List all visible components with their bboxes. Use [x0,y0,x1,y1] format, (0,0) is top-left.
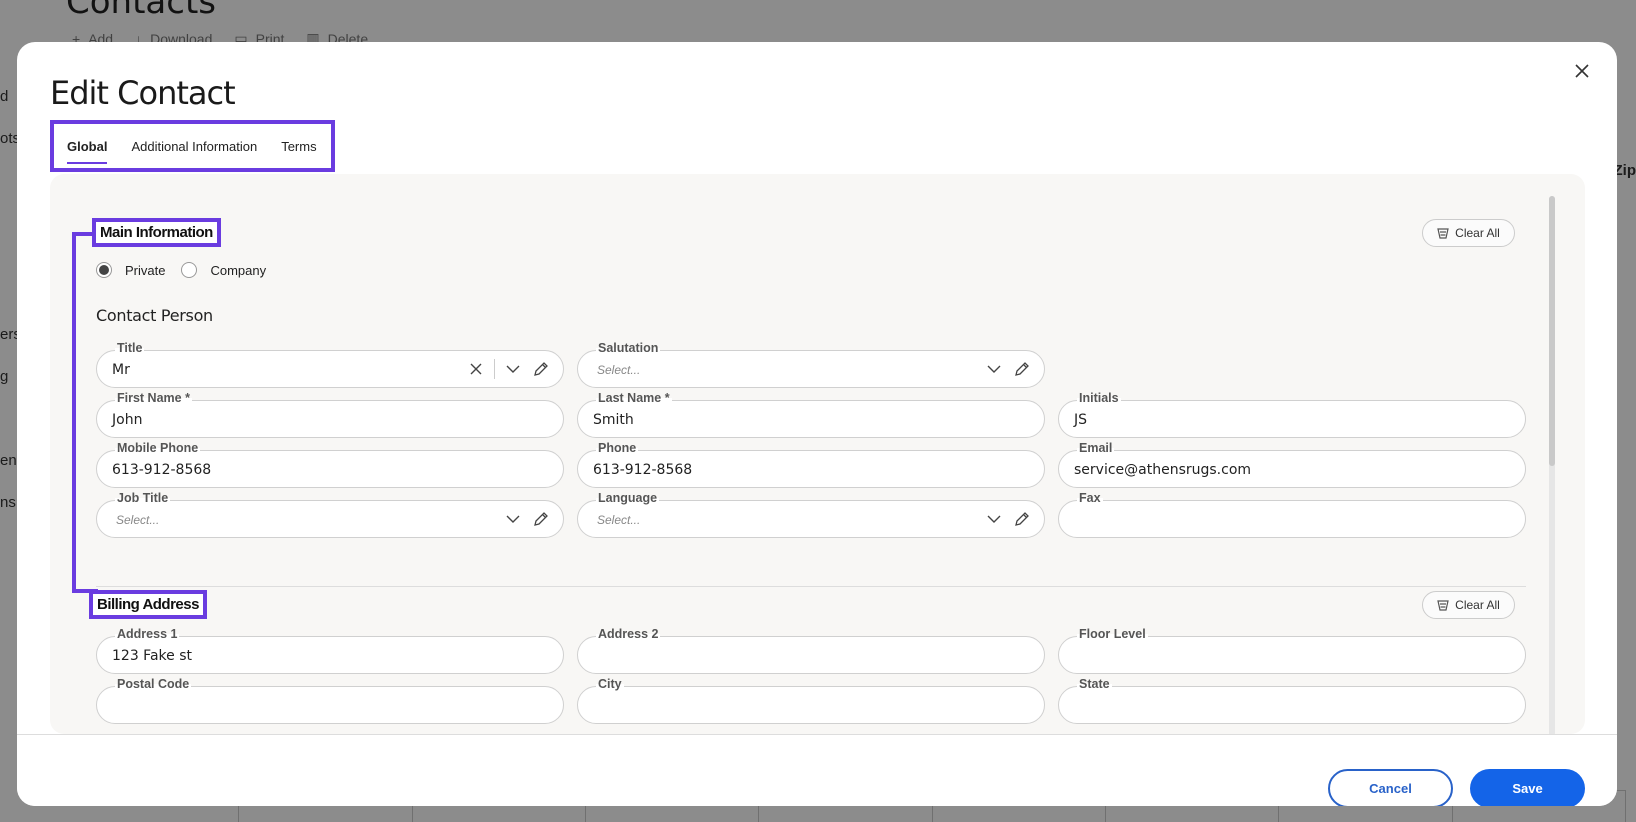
chevron-down-icon[interactable] [984,509,1004,529]
section-divider [96,586,1526,587]
city-label: City [596,677,624,691]
language-label: Language [596,491,660,505]
save-button[interactable]: Save [1470,769,1585,806]
mobile-phone-value: 613-912-8568 [112,462,212,478]
email-label: Email [1077,441,1115,455]
scrollbar[interactable] [1549,196,1555,734]
salutation-label: Salutation [596,341,661,355]
clear-icon [1437,228,1449,239]
phone-value: 613-912-8568 [593,462,693,478]
floor-level-label: Floor Level [1077,627,1148,641]
tab-additional-information[interactable]: Additional Information [131,133,257,160]
email-field[interactable]: Email service@athensrugs.com [1058,441,1526,488]
state-label: State [1077,677,1112,691]
divider [494,359,495,379]
title-label: Title [115,341,145,355]
billing-address-heading: Billing Address [89,590,207,619]
initials-value: JS [1074,412,1088,428]
tab-global[interactable]: Global [67,133,108,164]
address1-value: 123 Fake st [112,648,192,664]
state-field[interactable]: State [1058,677,1526,724]
mobile-phone-label: Mobile Phone [115,441,201,455]
language-placeholder: Select... [597,513,641,527]
modal-footer: Cancel Save [17,734,1617,806]
close-button[interactable] [1567,56,1597,86]
salutation-placeholder: Select... [597,363,641,377]
address2-label: Address 2 [596,627,661,641]
email-value: service@athensrugs.com [1074,462,1252,478]
address2-field[interactable]: Address 2 [577,627,1045,674]
form-content: Main Information Clear All Private Compa… [50,174,1585,734]
fax-field[interactable]: Fax [1058,491,1526,538]
postal-code-label: Postal Code [115,677,192,691]
edit-contact-modal: Edit Contact Global Additional Informati… [17,42,1617,806]
salutation-field[interactable]: Salutation Select... [577,341,1045,388]
tab-terms[interactable]: Terms [281,133,316,160]
clear-all-label: Clear All [1455,598,1500,612]
clear-all-main-button[interactable]: Clear All [1422,219,1515,247]
chevron-down-icon[interactable] [503,359,523,379]
floor-level-field[interactable]: Floor Level [1058,627,1526,674]
clear-x-icon[interactable] [466,359,486,379]
initials-label: Initials [1077,391,1121,405]
phone-field[interactable]: Phone 613-912-8568 [577,441,1045,488]
pencil-icon[interactable] [531,509,551,529]
main-information-heading: Main Information [92,218,221,247]
fax-label: Fax [1077,491,1103,505]
address1-field[interactable]: Address 1 123 Fake st [96,627,564,674]
last-name-label: Last Name * [596,391,672,405]
contact-type-radio-group: Private Company [96,262,282,278]
pencil-icon[interactable] [1012,359,1032,379]
job-title-placeholder: Select... [116,513,160,527]
modal-title: Edit Contact [50,74,236,112]
job-title-label: Job Title [115,491,171,505]
city-field[interactable]: City [577,677,1045,724]
clear-icon [1437,600,1449,611]
scrollbar-thumb[interactable] [1549,196,1555,466]
first-name-field[interactable]: First Name * John [96,391,564,438]
private-radio[interactable] [96,262,112,278]
postal-code-field[interactable]: Postal Code [96,677,564,724]
title-field[interactable]: Title Mr [96,341,564,388]
job-title-field[interactable]: Job Title Select... [96,491,564,538]
company-radio-label[interactable]: Company [210,263,266,278]
annotation-bracket [72,232,98,593]
pencil-icon[interactable] [531,359,551,379]
close-icon [1575,64,1589,78]
phone-label: Phone [596,441,639,455]
address1-label: Address 1 [115,627,180,641]
first-name-label: First Name * [115,391,192,405]
pencil-icon[interactable] [1012,509,1032,529]
private-radio-label[interactable]: Private [125,263,165,278]
contact-person-heading: Contact Person [96,306,213,325]
chevron-down-icon[interactable] [984,359,1004,379]
initials-field[interactable]: Initials JS [1058,391,1526,438]
cancel-button[interactable]: Cancel [1328,769,1453,806]
last-name-value: Smith [593,412,634,428]
last-name-field[interactable]: Last Name * Smith [577,391,1045,438]
title-value: Mr [112,362,130,378]
chevron-down-icon[interactable] [503,509,523,529]
company-radio[interactable] [181,262,198,278]
language-field[interactable]: Language Select... [577,491,1045,538]
clear-all-billing-button[interactable]: Clear All [1422,591,1515,619]
tab-bar: Global Additional Information Terms [50,120,335,172]
clear-all-label: Clear All [1455,226,1500,240]
mobile-phone-field[interactable]: Mobile Phone 613-912-8568 [96,441,564,488]
first-name-value: John [112,412,143,428]
